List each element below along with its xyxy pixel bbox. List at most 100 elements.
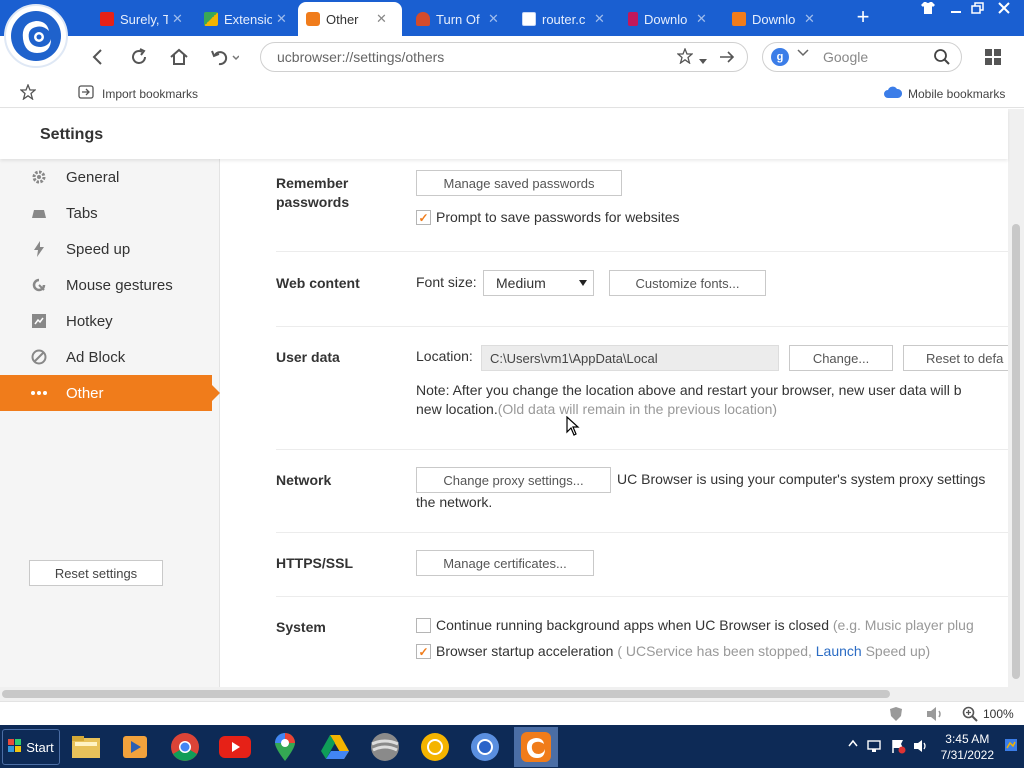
close-icon[interactable]: ✕ <box>804 11 815 27</box>
chromium-icon[interactable] <box>469 731 501 763</box>
user-data-location-field[interactable]: C:\Users\vm1\AppData\Local <box>481 345 779 371</box>
system-section: System Continue running background apps … <box>276 597 1008 687</box>
uc-browser-icon[interactable] <box>514 727 558 767</box>
shield-icon[interactable] <box>889 706 903 725</box>
font-size-select[interactable]: Medium <box>483 270 594 296</box>
close-icon[interactable]: ✕ <box>488 11 499 27</box>
reload-icon[interactable] <box>127 45 151 69</box>
close-icon[interactable]: ✕ <box>276 11 287 27</box>
sidebar-item-mouse-gestures[interactable]: Mouse gestures <box>0 267 220 303</box>
sidebar-item-label: Ad Block <box>66 348 126 366</box>
bookmarks-star-icon[interactable] <box>20 84 36 100</box>
go-arrow-icon[interactable] <box>719 49 735 68</box>
ucservice-hint: ( UCService has been stopped, <box>617 643 812 659</box>
horizontal-scrollbar-thumb[interactable] <box>2 690 890 698</box>
drive-icon[interactable] <box>319 731 351 763</box>
window-close-icon[interactable] <box>992 2 1016 17</box>
minimize-icon[interactable] <box>944 2 968 17</box>
tab-youtube[interactable]: Surely, T ✕ <box>92 4 188 34</box>
horizontal-scrollbar[interactable] <box>0 687 1024 701</box>
chrome-icon[interactable] <box>169 731 201 763</box>
prompt-save-passwords-checkbox[interactable]: ✓ <box>416 210 431 225</box>
apps-grid-icon[interactable] <box>981 45 1005 69</box>
skin-icon[interactable] <box>916 2 940 17</box>
google-search-engine-icon[interactable]: g <box>771 48 789 66</box>
network-section: Network Change proxy settings... UC Brow… <box>276 450 1008 533</box>
home-icon[interactable] <box>167 45 191 69</box>
chrome-canary-icon[interactable] <box>419 731 451 763</box>
customize-fonts-button[interactable]: Customize fonts... <box>609 270 766 296</box>
back-icon[interactable] <box>86 45 110 69</box>
hotkey-icon <box>30 312 48 330</box>
search-box[interactable]: g Google <box>762 42 962 72</box>
close-icon[interactable]: ✕ <box>376 11 387 27</box>
start-button[interactable]: Start <box>2 729 60 765</box>
zoom-level[interactable]: 100% <box>983 707 1014 721</box>
proxy-status-text: UC Browser is using your computer's syst… <box>617 471 986 487</box>
sidebar-item-tabs[interactable]: Tabs <box>0 195 220 231</box>
system-clock[interactable]: 3:45 AM 7/31/2022 <box>941 731 994 763</box>
reset-settings-button[interactable]: Reset settings <box>29 560 163 586</box>
sidebar-item-speed-up[interactable]: Speed up <box>0 231 220 267</box>
volume-icon[interactable] <box>926 706 944 725</box>
change-location-button[interactable]: Change... <box>789 345 893 371</box>
font-size-label: Font size: <box>416 274 477 290</box>
sidebar-item-label: General <box>66 168 120 186</box>
mobile-bookmarks-link[interactable]: Mobile bookmarks <box>884 85 1005 102</box>
network-icon[interactable] <box>866 738 882 757</box>
close-icon[interactable]: ✕ <box>172 11 183 27</box>
speed-up-hint: Speed up) <box>865 643 931 659</box>
tab-turn-off[interactable]: Turn Of ✕ <box>408 4 504 34</box>
sidebar-item-ad-block[interactable]: Ad Block <box>0 339 220 375</box>
tab-download-2[interactable]: Downlo ✕ <box>724 4 820 34</box>
tab-download-1[interactable]: Downlo ✕ <box>620 4 716 34</box>
flag-icon[interactable] <box>890 738 906 757</box>
sidebar-item-other[interactable]: Other <box>0 375 220 411</box>
tab-other[interactable]: Other ✕ <box>298 2 402 36</box>
media-player-icon[interactable] <box>119 731 151 763</box>
star-dropdown-icon[interactable] <box>699 52 707 68</box>
youtube-icon[interactable] <box>219 731 251 763</box>
search-icon[interactable] <box>933 48 951 69</box>
startup-acceleration-checkbox[interactable]: ✓ <box>416 644 431 659</box>
import-bookmarks-link[interactable]: Import bookmarks <box>78 85 198 102</box>
reset-to-default-button[interactable]: Reset to defa <box>903 345 1008 371</box>
bookmark-star-icon[interactable] <box>676 47 694 67</box>
speaker-icon[interactable] <box>913 738 929 757</box>
show-hidden-icons[interactable] <box>848 739 858 750</box>
sidebar-item-general[interactable]: General <box>0 159 220 195</box>
web-content-section: Web content Font size: Medium Customize … <box>276 252 1008 327</box>
close-icon[interactable]: ✕ <box>696 11 707 27</box>
manage-certificates-button[interactable]: Manage certificates... <box>416 550 594 576</box>
undo-close-tab-icon[interactable] <box>207 45 241 69</box>
url-text[interactable]: ucbrowser://settings/others <box>277 49 444 65</box>
startup-acceleration-label: Browser startup acceleration <box>436 643 614 659</box>
show-desktop-icon[interactable] <box>1004 737 1018 756</box>
tab-label: Extensio <box>224 11 272 27</box>
address-bar[interactable]: ucbrowser://settings/others <box>260 42 748 72</box>
user-data-note-line2: new location.(Old data will remain in th… <box>416 401 777 417</box>
sidebar-item-label: Other <box>66 384 104 402</box>
launch-link[interactable]: Launch <box>816 643 862 659</box>
zoom-icon[interactable] <box>962 706 978 725</box>
background-apps-checkbox[interactable] <box>416 618 431 633</box>
vertical-scrollbar-thumb[interactable] <box>1012 224 1020 679</box>
sidebar-item-hotkey[interactable]: Hotkey <box>0 303 220 339</box>
file-explorer-icon[interactable] <box>70 731 102 763</box>
maps-icon[interactable] <box>269 731 301 763</box>
search-placeholder[interactable]: Google <box>823 49 868 65</box>
tab-router[interactable]: router.c ✕ <box>514 4 610 34</box>
https-section: HTTPS/SSL Manage certificates... <box>276 533 1008 597</box>
search-engine-dropdown-icon[interactable] <box>797 48 809 60</box>
change-proxy-button[interactable]: Change proxy settings... <box>416 467 611 493</box>
new-tab-button[interactable]: + <box>852 4 874 30</box>
vertical-scrollbar[interactable] <box>1008 109 1024 687</box>
uc-browser-logo[interactable] <box>4 4 68 68</box>
pro-icon[interactable] <box>369 731 401 763</box>
close-icon[interactable]: ✕ <box>594 11 605 27</box>
import-icon <box>78 85 94 102</box>
restore-icon[interactable] <box>966 2 990 17</box>
manage-passwords-button[interactable]: Manage saved passwords <box>416 170 622 196</box>
more-icon <box>30 384 48 402</box>
tab-extensions[interactable]: Extensio ✕ <box>196 4 292 34</box>
